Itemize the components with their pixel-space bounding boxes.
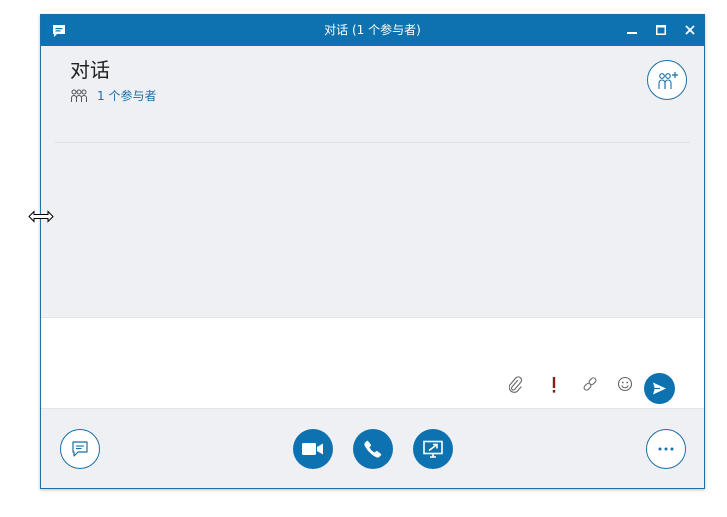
send-button[interactable] <box>644 373 675 404</box>
video-call-button[interactable] <box>293 429 333 469</box>
message-history-area <box>41 112 704 317</box>
conversation-title: 对话 <box>70 58 110 82</box>
im-toggle-button[interactable] <box>60 429 100 469</box>
attach-file-button[interactable] <box>506 376 526 396</box>
audio-call-button[interactable] <box>353 429 393 469</box>
compose-area <box>41 317 704 409</box>
message-input[interactable] <box>55 328 690 368</box>
close-button[interactable] <box>680 21 700 41</box>
emoticon-button[interactable] <box>615 376 635 396</box>
link-icon <box>583 377 597 391</box>
present-screen-button[interactable] <box>413 429 453 469</box>
exclamation-icon <box>552 377 556 393</box>
add-people-icon <box>658 72 678 89</box>
window-title: 对话 (1 个参与者) <box>324 23 421 37</box>
minimize-button[interactable] <box>622 21 642 41</box>
resize-horizontal-cursor <box>28 208 54 223</box>
phone-icon <box>364 440 382 458</box>
mark-important-button[interactable] <box>544 376 564 396</box>
more-options-button[interactable] <box>646 429 686 469</box>
people-group-icon <box>70 88 88 102</box>
conversation-window: 对话 (1 个参与者) 对话 1 个参与者 <box>40 14 705 489</box>
smiley-icon <box>617 376 633 392</box>
insert-link-button[interactable] <box>580 376 600 396</box>
title-bar[interactable]: 对话 (1 个参与者) <box>41 15 704 46</box>
participants-link[interactable]: 1 个参与者 <box>70 87 156 103</box>
participants-count-label: 1 个参与者 <box>97 88 157 103</box>
close-icon <box>685 25 695 35</box>
maximize-button[interactable] <box>651 21 671 41</box>
conversation-header: 对话 1 个参与者 <box>41 46 704 143</box>
minimize-icon <box>627 32 637 34</box>
present-screen-icon <box>423 440 443 458</box>
add-people-button[interactable] <box>647 60 687 100</box>
paperclip-icon <box>509 376 523 393</box>
ellipsis-icon <box>658 447 674 451</box>
video-camera-icon <box>302 443 323 455</box>
action-bar <box>41 408 704 488</box>
maximize-icon <box>656 25 666 35</box>
send-arrow-icon <box>653 382 666 395</box>
message-bubble-icon <box>72 441 88 457</box>
